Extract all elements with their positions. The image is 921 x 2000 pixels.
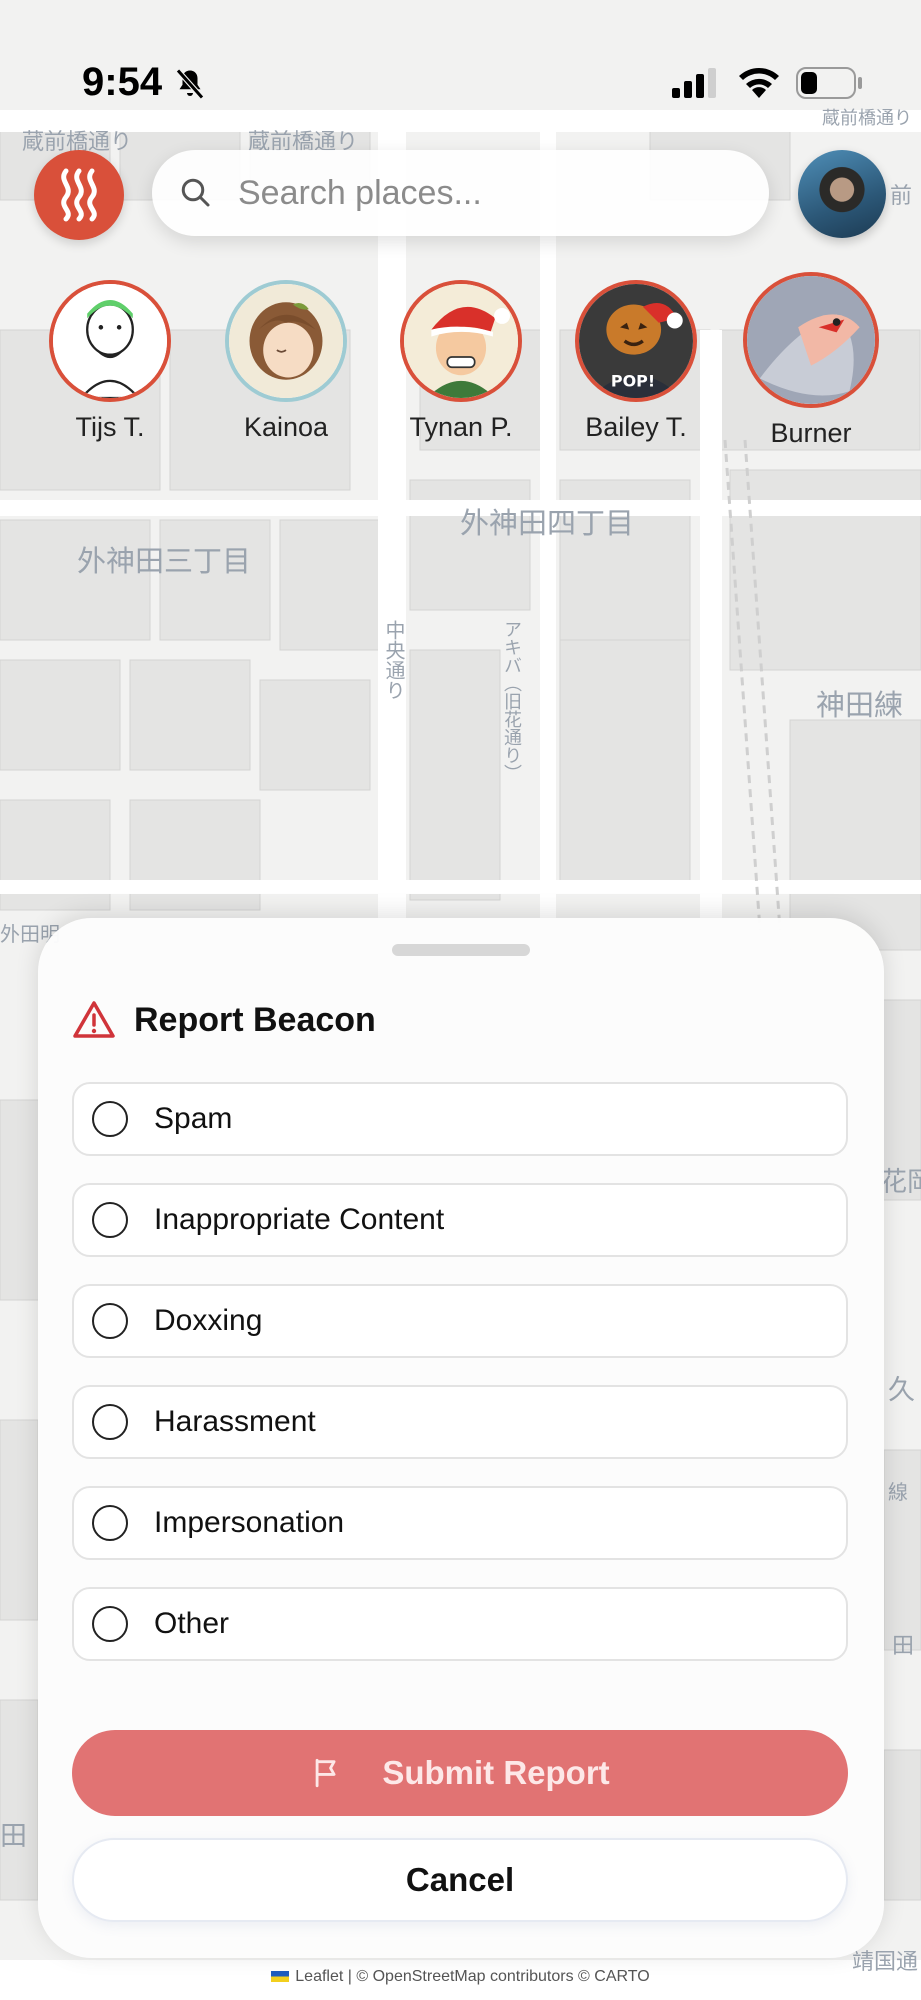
friend-name: Tijs T. — [75, 412, 145, 442]
map-attribution[interactable]: Leaflet | © OpenStreetMap contributors ©… — [0, 1968, 921, 1986]
radio-button[interactable] — [92, 1404, 128, 1440]
option-label: Impersonation — [154, 1506, 345, 1539]
report-option-inappropriate-content[interactable]: Inappropriate Content — [72, 1183, 848, 1257]
wifi-icon — [739, 68, 779, 98]
map-label: 外神田四丁目 — [460, 506, 635, 540]
ukraine-flag-icon — [271, 1971, 290, 1983]
sheet-drag-handle[interactable] — [392, 944, 530, 956]
map-label: 神田練 — [816, 688, 904, 722]
submit-report-button[interactable]: Submit Report — [72, 1730, 848, 1816]
friend-name: Burner — [770, 418, 852, 448]
search-icon — [181, 178, 210, 207]
option-label: Spam — [154, 1102, 233, 1135]
map-label: 外神田三丁目 — [77, 544, 252, 578]
bell-slash-icon — [176, 68, 204, 100]
option-label: Other — [154, 1607, 230, 1640]
radio-button[interactable] — [92, 1606, 128, 1642]
steam-logo-icon — [61, 168, 97, 222]
avatar — [49, 280, 171, 402]
option-label: Harassment — [154, 1405, 316, 1438]
battery-icon — [796, 67, 862, 99]
friend-item-kainoa[interactable]: Kainoa — [211, 280, 361, 443]
friend-item-tijs[interactable]: Tijs T. — [35, 280, 185, 443]
report-option-impersonation[interactable]: Impersonation — [72, 1486, 848, 1560]
submit-report-label: Submit Report — [382, 1754, 610, 1791]
radio-button[interactable] — [92, 1202, 128, 1238]
flag-icon — [315, 1758, 336, 1788]
map-label: 田 — [0, 1821, 27, 1852]
signal-icon — [672, 68, 716, 98]
radio-button[interactable] — [92, 1303, 128, 1339]
map-label: 線 — [888, 1480, 908, 1504]
warning-icon — [73, 1001, 115, 1038]
map-label: 前 — [890, 184, 913, 209]
map-label: 中央通り — [382, 620, 406, 700]
app-logo-button[interactable] — [34, 150, 124, 240]
radio-button[interactable] — [92, 1101, 128, 1137]
avatar: POP! — [575, 280, 697, 402]
map-label: 田 — [892, 1634, 915, 1659]
svg-text:POP!: POP! — [611, 372, 655, 391]
report-beacon-sheet: Report Beacon Spam Inappropriate Content… — [38, 918, 884, 1958]
friend-name: Tynan P. — [409, 412, 513, 442]
attribution-text: Leaflet | © OpenStreetMap contributors ©… — [295, 1968, 650, 1985]
option-label: Inappropriate Content — [154, 1203, 445, 1236]
map-label: 花岡 — [880, 1167, 921, 1198]
friend-item-bailey[interactable]: POP! Bailey T. — [561, 280, 711, 443]
report-option-doxxing[interactable]: Doxxing — [72, 1284, 848, 1358]
avatar — [400, 280, 522, 402]
status-time: 9:54 — [82, 60, 163, 104]
cancel-label: Cancel — [405, 1861, 515, 1898]
radio-button[interactable] — [92, 1505, 128, 1541]
sheet-header: Report Beacon — [72, 1000, 376, 1040]
cancel-button[interactable]: Cancel — [72, 1838, 848, 1922]
report-option-other[interactable]: Other — [72, 1587, 848, 1661]
avatar — [225, 280, 347, 402]
option-label: Doxxing — [154, 1304, 263, 1337]
report-reason-list: Spam Inappropriate Content Doxxing Haras… — [72, 1082, 848, 1688]
search-bar[interactable]: Search places... — [152, 150, 769, 236]
profile-avatar[interactable] — [798, 150, 886, 238]
friend-name: Bailey T. — [585, 412, 687, 442]
report-option-harassment[interactable]: Harassment — [72, 1385, 848, 1459]
report-option-spam[interactable]: Spam — [72, 1082, 848, 1156]
map-label: アキバ（旧花通り） — [501, 620, 522, 782]
friend-name: Kainoa — [243, 412, 329, 442]
search-input[interactable]: Search places... — [238, 174, 482, 213]
status-bar: 9:54 — [0, 0, 921, 170]
map-label: 久 — [888, 1375, 915, 1406]
avatar — [743, 272, 879, 408]
friend-item-burner[interactable]: Burner — [736, 272, 886, 449]
sheet-title: Report Beacon — [134, 1000, 376, 1039]
friend-item-tynan[interactable]: Tynan P. — [386, 280, 536, 443]
